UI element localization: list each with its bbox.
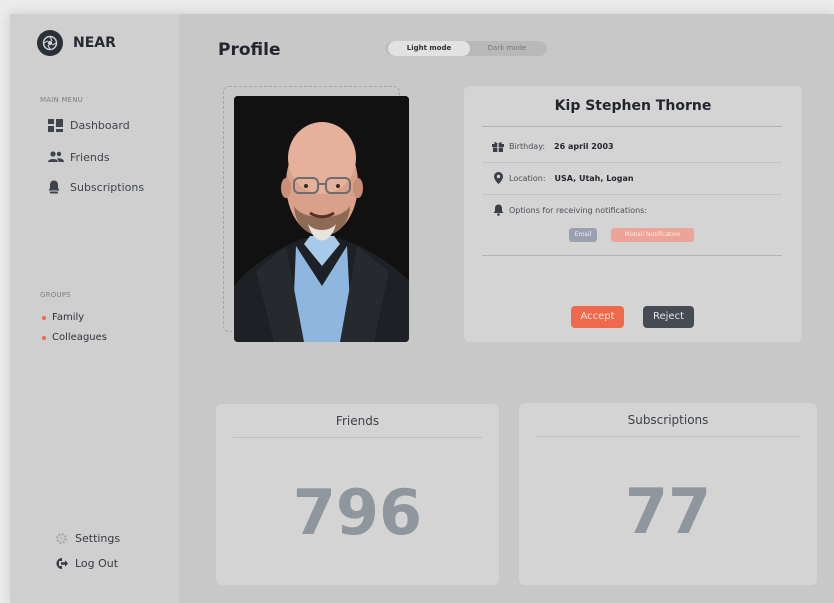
- bell-icon: [492, 204, 504, 216]
- settings-label: Settings: [75, 531, 121, 545]
- accept-button[interactable]: Accept: [571, 306, 624, 328]
- group-item-colleagues[interactable]: Colleagues: [42, 332, 107, 343]
- group-dot-icon: [42, 315, 46, 320]
- friends-stat-label: Friends: [335, 414, 380, 428]
- sidebar-item-subscriptions[interactable]: Subscriptions: [48, 180, 144, 194]
- birthday-value: 26 april 2003: [554, 141, 614, 151]
- divider: [482, 126, 782, 127]
- profile-photo: [234, 96, 409, 342]
- settings-button[interactable]: Settings: [54, 531, 120, 545]
- location-value: USA, Utah, Logan: [554, 173, 634, 183]
- group-dot-icon: [42, 335, 46, 340]
- subscriptions-icon: [48, 180, 64, 194]
- location-label: Location:: [509, 173, 546, 183]
- group-label: Family: [52, 312, 85, 323]
- divider: [482, 162, 782, 163]
- reject-button[interactable]: Reject: [643, 306, 694, 328]
- sidebar-item-label: Friends: [70, 150, 110, 164]
- logout-label: Log Out: [75, 556, 119, 570]
- divider: [233, 437, 482, 438]
- subscriptions-count: 77: [624, 475, 712, 548]
- group-item-family[interactable]: Family: [42, 312, 84, 323]
- brand-name: NEAR: [73, 35, 116, 51]
- brand[interactable]: NEAR: [37, 30, 116, 56]
- gift-icon: [492, 140, 504, 152]
- subscriptions-stat-card[interactable]: Subscriptions 77: [519, 403, 817, 585]
- sidebar-item-label: Dashboard: [70, 118, 130, 132]
- location-row: Location: USA, Utah, Logan: [492, 172, 634, 184]
- page-title: Profile: [218, 40, 281, 60]
- birthday-row: Birthday: 26 april 2003: [492, 140, 614, 152]
- notifications-label: Options for receiving notifications:: [509, 205, 648, 215]
- location-pin-icon: [492, 172, 504, 184]
- profile-name: Kip Stephen Thorne: [554, 98, 712, 114]
- notifications-row: Options for receiving notifications:: [492, 204, 647, 216]
- subscriptions-stat-label: Subscriptions: [627, 413, 709, 427]
- sidebar: NEAR MAIN MENU Dashboard Friends Subscri…: [10, 14, 179, 603]
- group-label: Colleagues: [52, 332, 107, 343]
- profile-card: Kip Stephen Thorne Birthday: 26 april 20…: [464, 86, 802, 342]
- logout-button[interactable]: Log Out: [54, 556, 118, 570]
- groups-label: GROUPS: [40, 291, 71, 299]
- sidebar-item-label: Subscriptions: [70, 180, 145, 194]
- main-menu-label: MAIN MENU: [40, 96, 83, 104]
- dashboard-icon: [48, 118, 64, 132]
- birthday-label: Birthday:: [509, 141, 546, 151]
- logout-icon: [54, 556, 68, 570]
- divider: [536, 436, 800, 437]
- near-logo-icon: [37, 30, 63, 56]
- mobile-notification-option-chip[interactable]: Mobail Notification: [611, 228, 694, 242]
- sidebar-item-dashboard[interactable]: Dashboard: [48, 118, 130, 132]
- theme-mode-toggle[interactable]: Light mode Dark mode: [386, 41, 547, 56]
- friends-stat-card[interactable]: Friends 796: [216, 404, 499, 585]
- email-option-chip[interactable]: Email: [569, 228, 597, 242]
- app-window: NEAR MAIN MENU Dashboard Friends Subscri…: [10, 14, 834, 603]
- friends-count: 796: [292, 476, 423, 549]
- sidebar-item-friends[interactable]: Friends: [48, 150, 110, 164]
- dark-mode-option[interactable]: Dark mode: [472, 41, 542, 56]
- divider: [482, 194, 782, 195]
- settings-icon: [54, 531, 68, 545]
- divider: [482, 255, 782, 256]
- friends-icon: [48, 150, 64, 164]
- light-mode-option[interactable]: Light mode: [388, 41, 470, 56]
